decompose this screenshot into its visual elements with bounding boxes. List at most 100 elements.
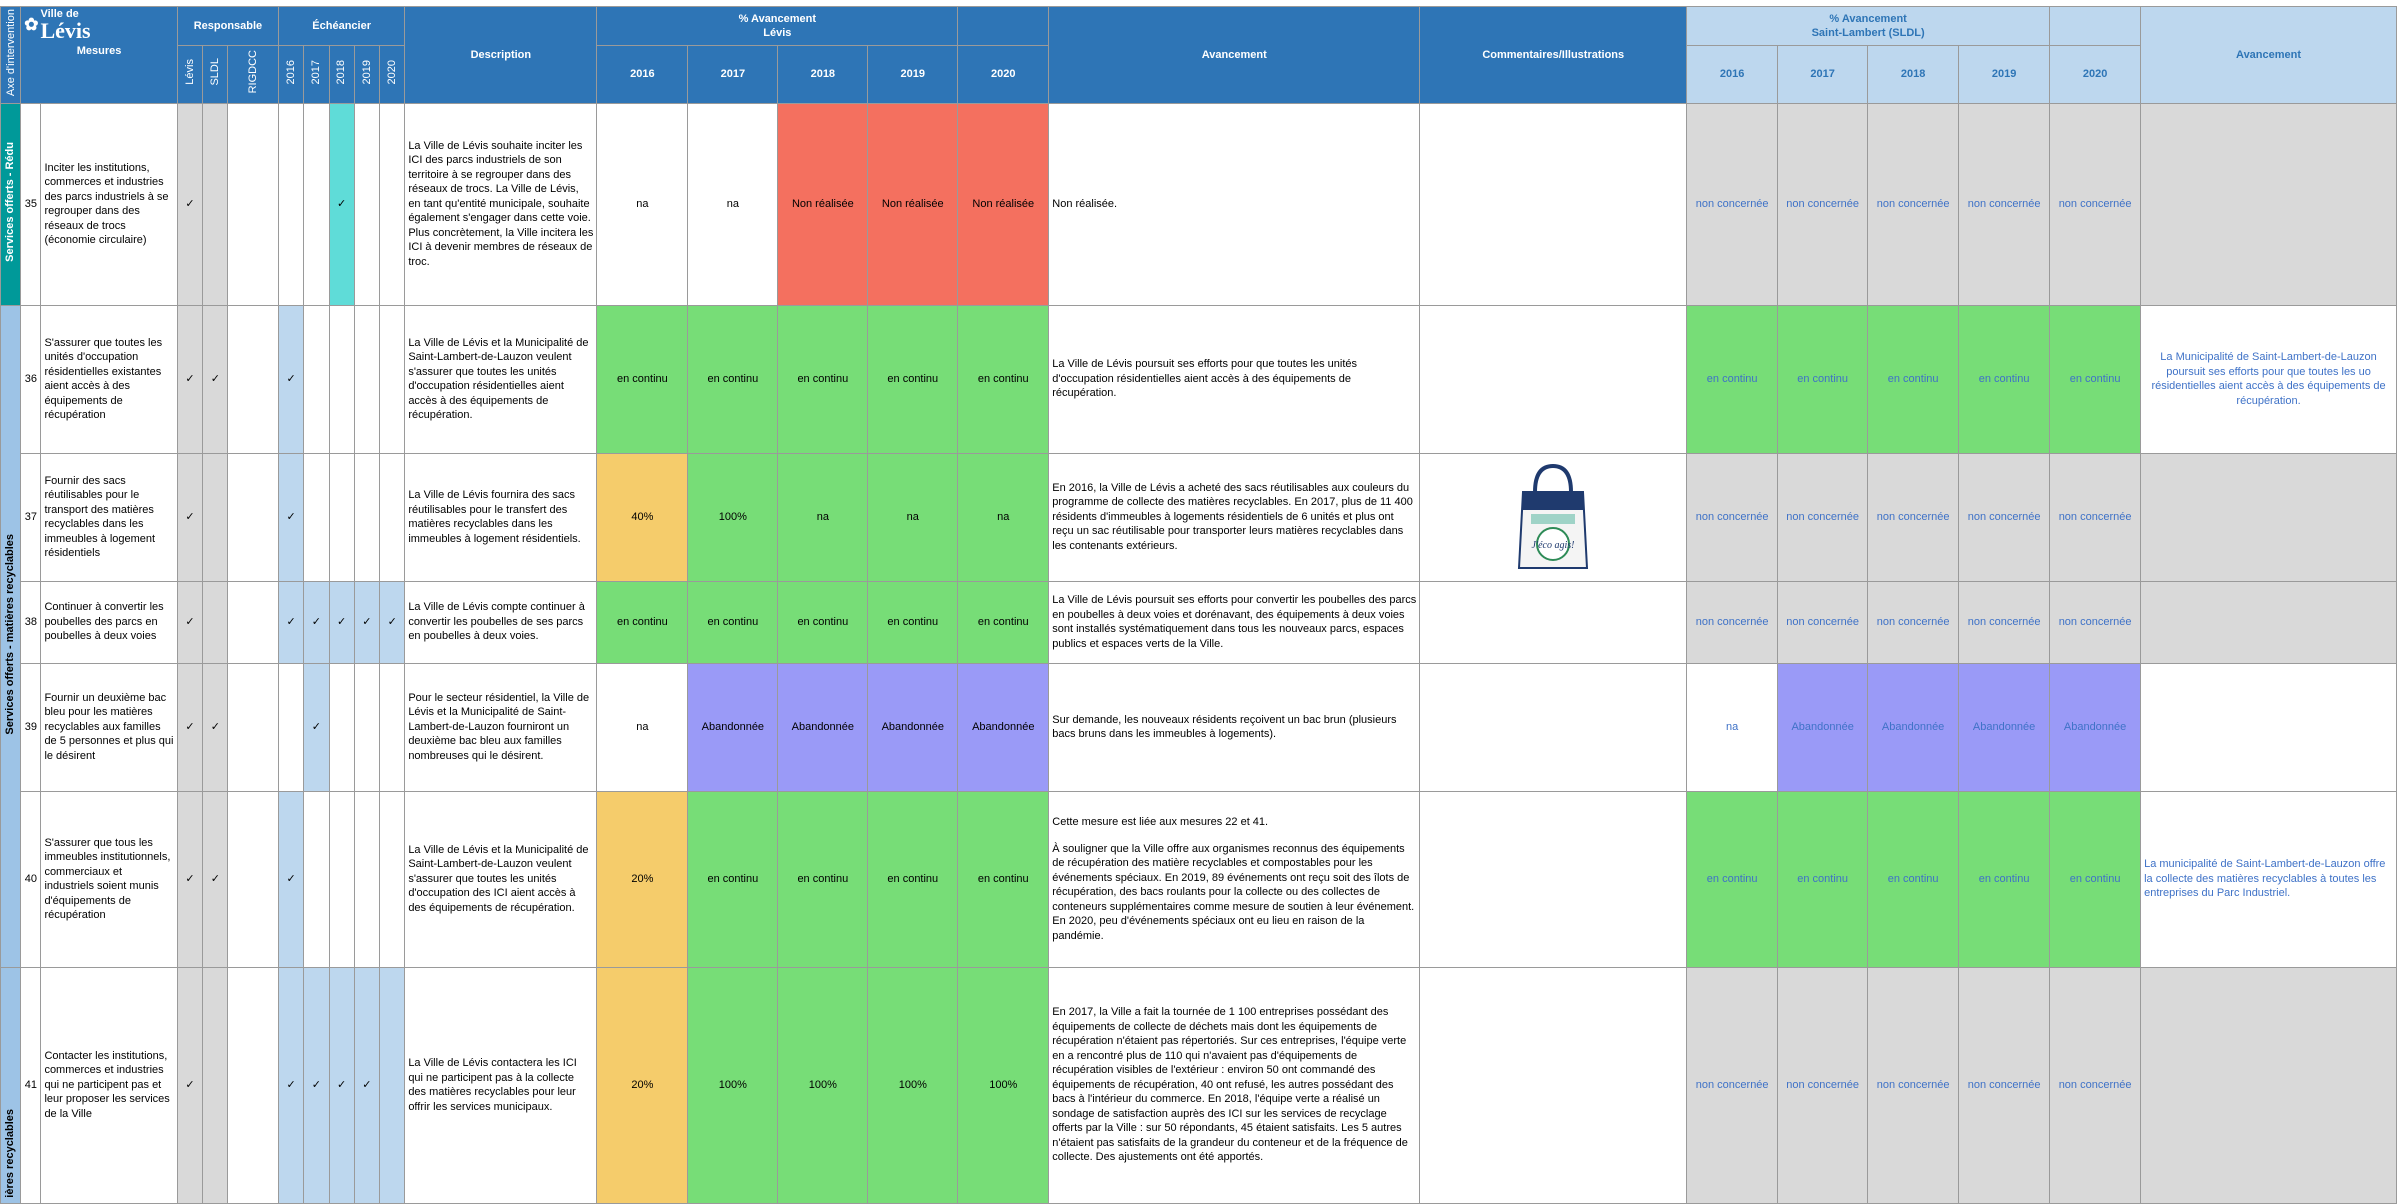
- levis-status-2017: 100%: [687, 452, 779, 582]
- avancement-text: Non réalisée.: [1048, 102, 1421, 306]
- resp-levis-check: ✓: [176, 452, 204, 582]
- row-number: 36: [20, 304, 42, 454]
- levis-status-2019: Non réalisée: [867, 102, 959, 306]
- sldl-status-2019: en continu: [1958, 304, 2051, 454]
- ech-2017-check: ✓: [303, 580, 330, 664]
- ech-2020: [379, 304, 406, 454]
- resp-levis-check: ✓: [176, 102, 204, 306]
- table-row: 38 Continuer à convertir les poubelles d…: [1, 580, 2397, 664]
- levis-status-2018: en continu: [777, 304, 869, 454]
- sldl-status-2018: non concernée: [1867, 102, 1960, 306]
- levis-status-2019: Abandonnée: [867, 662, 959, 792]
- levis-status-2018: Non réalisée: [777, 102, 869, 306]
- levis-status-2017: en continu: [687, 304, 779, 454]
- avancement-text: Cette mesure est liée aux mesures 22 et …: [1048, 790, 1421, 968]
- ech-2020: [379, 966, 406, 1204]
- ech-2019: [353, 790, 381, 968]
- sldl-avancement-text: [2140, 102, 2397, 306]
- sldl-status-2017: non concernée: [1777, 102, 1869, 306]
- sldl-status-2017: en continu: [1777, 304, 1869, 454]
- sldl-status-2017: en continu: [1777, 790, 1869, 968]
- avancement-para-1: Cette mesure est liée aux mesures 22 et …: [1052, 816, 1269, 829]
- levis-status-2018: 100%: [777, 966, 869, 1204]
- ech-2017: [303, 452, 330, 582]
- resp-rigdcc-check: [227, 452, 279, 582]
- levis-status-2020: Non réalisée: [957, 102, 1050, 306]
- resp-sldl-check: [202, 102, 229, 306]
- resp-levis-check: ✓: [176, 304, 204, 454]
- resp-sldl-check: [202, 580, 229, 664]
- ech-2018: [328, 790, 355, 968]
- levis-status-2019: en continu: [867, 580, 959, 664]
- ech-2020: [379, 452, 406, 582]
- levis-status-2016: en continu: [596, 580, 689, 664]
- sldl-avancement-text: La municipalité de Saint-Lambert-de-Lauz…: [2140, 790, 2397, 968]
- levis-2017-header: 2017: [687, 45, 779, 104]
- levis-status-2019: en continu: [867, 304, 959, 454]
- ech-2020: [379, 662, 406, 792]
- mesure-text: Fournir un deuxième bac bleu pour les ma…: [40, 662, 178, 792]
- resp-rigdcc-check: [227, 580, 279, 664]
- ech-2016: [277, 102, 305, 306]
- avancement-text: En 2017, la Ville a fait la tournée de 1…: [1048, 966, 1421, 1204]
- row-number: 38: [20, 580, 42, 664]
- resp-levis-header: Lévis: [176, 45, 204, 104]
- ech-2019: [353, 662, 381, 792]
- ech-2017: [303, 790, 330, 968]
- sldl-avancement-header: Avancement: [2140, 6, 2397, 104]
- ech-2018-header: 2018: [328, 45, 355, 104]
- fleur-logo-icon: ✿: [24, 15, 39, 35]
- ech-2017-check: ✓: [303, 662, 330, 792]
- ech-2018-check: ✓: [328, 966, 355, 1204]
- ech-2017-check: ✓: [303, 966, 330, 1204]
- resp-sldl-check: ✓: [202, 662, 229, 792]
- sldl-status-2020: non concernée: [2049, 580, 2142, 664]
- levis-2018-header: 2018: [777, 45, 869, 104]
- sldl-status-2017: non concernée: [1777, 580, 1869, 664]
- sldl-status-2020: non concernée: [2049, 102, 2142, 306]
- description-text: La Ville de Lévis contactera les ICI qui…: [404, 966, 598, 1204]
- resp-rigdcc-check: [227, 790, 279, 968]
- levis-status-2017: Abandonnée: [687, 662, 779, 792]
- sldl-status-2018: Abandonnée: [1867, 662, 1960, 792]
- levis-2020-header: 2020: [957, 45, 1050, 104]
- ech-2018-check: ✓: [328, 580, 355, 664]
- sldl-status-2017: non concernée: [1777, 452, 1869, 582]
- sldl-status-2018: en continu: [1867, 304, 1960, 454]
- sldl-status-2016: na: [1686, 662, 1779, 792]
- sldl-avancement-text: [2140, 662, 2397, 792]
- ech-2020: [379, 102, 406, 306]
- sldl-2020-header: 2020: [2049, 45, 2142, 104]
- levis-2019-header: 2019: [867, 45, 959, 104]
- levis-status-2016: 20%: [596, 966, 689, 1204]
- sldl-status-2016: non concernée: [1686, 580, 1779, 664]
- sldl-status-2019: en continu: [1958, 790, 2051, 968]
- responsable-header: Responsable: [176, 5, 279, 47]
- levis-status-2017: en continu: [687, 790, 779, 968]
- levis-pct-header-2020: [957, 5, 1050, 47]
- sldl-2018-header: 2018: [1867, 45, 1960, 104]
- mesure-text: Inciter les institutions, commerces et i…: [40, 102, 178, 306]
- ech-2019-check: ✓: [353, 580, 381, 664]
- description-header: Description: [404, 6, 598, 104]
- resp-levis-check: ✓: [176, 790, 204, 968]
- levis-status-2020: Abandonnée: [957, 662, 1050, 792]
- sldl-avancement-text: [2140, 966, 2397, 1204]
- sldl-pct-header-2020: [2049, 5, 2142, 47]
- levis-status-2020: en continu: [957, 304, 1050, 454]
- sldl-status-2020: non concernée: [2049, 966, 2142, 1204]
- levis-pct-header: % Avancement Lévis: [596, 5, 959, 47]
- sldl-avancement-text: La Municipalité de Saint-Lambert-de-Lauz…: [2140, 304, 2397, 454]
- levis-status-2020: en continu: [957, 790, 1050, 968]
- resp-sldl-check: [202, 966, 229, 1204]
- levis-2016-header: 2016: [596, 45, 689, 104]
- progress-table: Axe d'intervention ✿ Ville de Lévis Mesur…: [0, 5, 2397, 1204]
- ech-2019: [353, 452, 381, 582]
- sldl-status-2016: non concernée: [1686, 966, 1779, 1204]
- levis-status-2020: en continu: [957, 580, 1050, 664]
- ech-2018-check: ✓: [328, 102, 355, 306]
- ech-2019: [353, 102, 381, 306]
- commentaire-cell: [1419, 304, 1688, 454]
- levis-status-2018: en continu: [777, 790, 869, 968]
- ech-2016-check: ✓: [277, 966, 305, 1204]
